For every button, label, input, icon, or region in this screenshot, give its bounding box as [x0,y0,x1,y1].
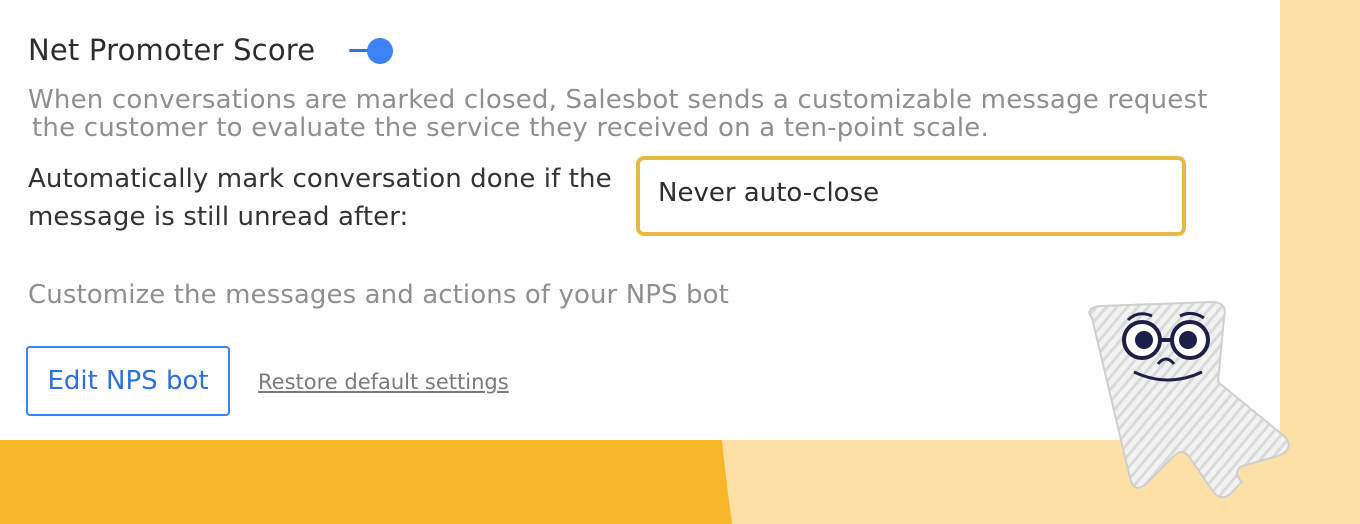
nps-title: Net Promoter Score [28,33,316,67]
nps-toggle[interactable] [349,35,397,65]
auto-close-select[interactable]: Never auto-close [636,156,1186,236]
cursor-mascot-icon [1088,300,1290,499]
toggle-knob [367,38,394,64]
customize-text: Customize the messages and actions of yo… [28,280,729,310]
nps-header: Net Promoter Score [28,30,397,70]
description-line-2: the customer to evaluate the service the… [32,113,989,142]
auto-close-select-value: Never auto-close [658,178,880,208]
auto-close-label-line-2: message is still unread after: [28,202,409,232]
auto-close-label-line-1: Automatically mark conversation done if … [28,164,612,194]
edit-nps-bot-button[interactable]: Edit NPS bot [26,346,230,416]
restore-default-link[interactable]: Restore default settings [258,370,509,394]
description-line-1: When conversations are marked closed, Sa… [28,86,1208,115]
nps-description: When conversations are marked closed, Sa… [28,86,1208,142]
auto-close-label: Automatically mark conversation done if … [28,160,628,236]
